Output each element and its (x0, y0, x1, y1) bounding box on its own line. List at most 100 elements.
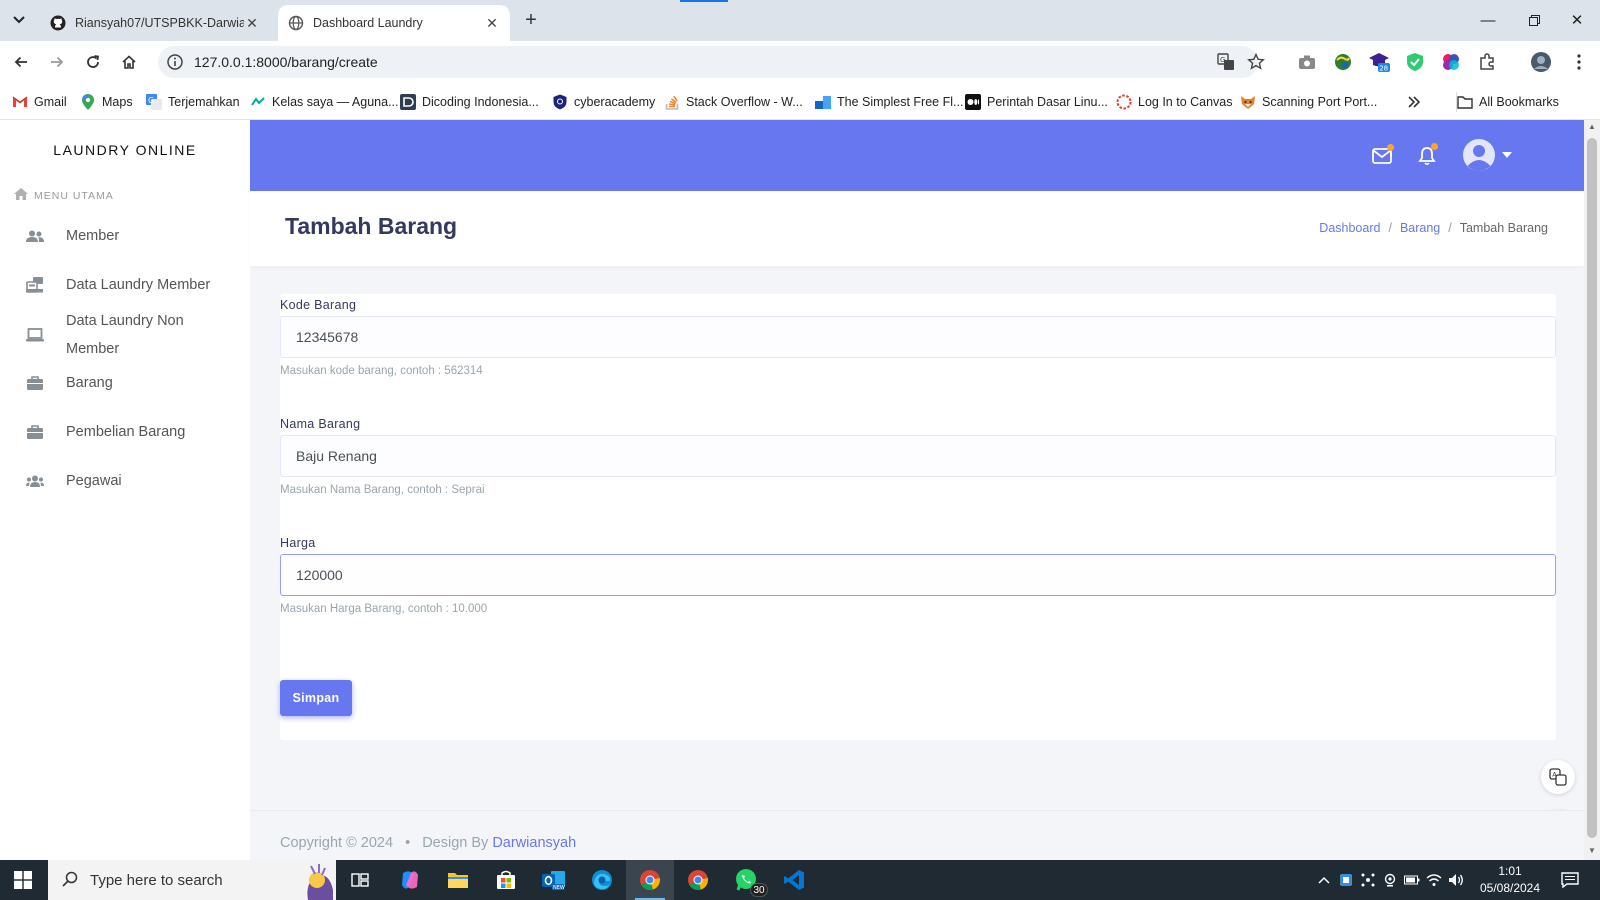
close-tab-icon[interactable]: ✕ (244, 15, 260, 31)
address-bar[interactable]: 127.0.0.1:8000/barang/create G (158, 46, 1265, 78)
browser-tab-github[interactable]: Riansyah07/UTSPBKK-Darwiansyah ✕ (40, 5, 270, 41)
all-bookmarks-folder[interactable]: All Bookmarks (1456, 92, 1559, 112)
globe-extension-icon[interactable] (1332, 51, 1354, 73)
browser-tab-dashboard[interactable]: Dashboard Laundry ✕ (278, 5, 510, 41)
taskbar-search[interactable]: Type here to search (48, 860, 336, 900)
reload-icon[interactable] (80, 49, 106, 75)
bookmark-label: Scanning Port Port... (1262, 95, 1378, 109)
volume-icon[interactable] (1448, 872, 1464, 888)
sidebar-item-label: Member (66, 228, 120, 244)
user-avatar-icon (1463, 139, 1495, 171)
show-hidden-icons-icon[interactable] (1316, 872, 1332, 888)
tray-app-icon[interactable] (1338, 872, 1354, 888)
task-view-icon[interactable] (336, 860, 384, 900)
breadcrumb-barang[interactable]: Barang (1400, 221, 1440, 235)
new-tab-button[interactable]: + (520, 9, 542, 31)
minimize-icon[interactable]: — (1465, 6, 1511, 34)
wifi-icon[interactable] (1426, 872, 1442, 888)
page-scrollbar[interactable]: ▲ ▼ (1584, 120, 1600, 860)
battery-icon[interactable] (1404, 872, 1420, 888)
simpan-button[interactable]: Simpan (280, 680, 352, 716)
sidebar-item-pembelian-barang[interactable]: Pembelian Barang (25, 418, 185, 446)
file-explorer-icon[interactable] (434, 860, 482, 900)
sidebar-item-label: Pegawai (66, 473, 122, 489)
bookmark-stackoverflow[interactable]: Stack Overflow - W... (664, 92, 803, 112)
sidebar-item-data-laundry-non-member[interactable]: Data Laundry Non Member (25, 307, 216, 363)
bookmark-dicoding[interactable]: Dicoding Indonesia... (400, 92, 539, 112)
whatsapp-icon[interactable]: 30 (722, 860, 770, 900)
tambah-barang-form: Kode Barang Masukan kode barang, contoh … (280, 294, 1556, 740)
author-link[interactable]: Darwiansyah (492, 835, 576, 851)
sidebar-item-member[interactable]: Member (25, 222, 119, 250)
extensions-puzzle-icon[interactable] (1476, 51, 1498, 73)
scroll-down-icon[interactable]: ▼ (1588, 846, 1596, 855)
bookmark-flowchart[interactable]: The Simplest Free Fl... (815, 92, 963, 112)
bookmark-linux[interactable]: Perintah Dasar Linu... (965, 92, 1108, 112)
envelope-icon[interactable] (1368, 142, 1396, 170)
scroll-up-icon[interactable]: ▲ (1588, 122, 1596, 131)
site-info-icon[interactable] (166, 53, 184, 71)
menu-header-label: MENU UTAMA (34, 189, 114, 202)
chrome-taskbar-icon[interactable] (626, 860, 674, 900)
bookmark-label: Dicoding Indonesia... (422, 95, 539, 109)
translate-page-icon[interactable]: G (1216, 52, 1236, 72)
home-icon[interactable] (116, 49, 142, 75)
bookmark-maps[interactable]: Maps (80, 92, 133, 112)
restore-icon[interactable] (1511, 6, 1557, 34)
camera-extension-icon[interactable] (1296, 51, 1318, 73)
chrome-profile-icon[interactable] (674, 860, 722, 900)
sidebar-item-data-laundry-member[interactable]: Data Laundry Member (25, 271, 210, 299)
window-close-icon[interactable]: ✕ (1554, 6, 1600, 34)
bookmark-canvas[interactable]: Log In to Canvas (1116, 92, 1233, 112)
webcam-icon[interactable] (1382, 872, 1398, 888)
breadcrumb-dashboard[interactable]: Dashboard (1319, 221, 1380, 235)
shield-extension-icon[interactable] (1404, 51, 1426, 73)
vscode-icon[interactable] (770, 860, 818, 900)
forward-icon[interactable] (44, 49, 70, 75)
sidebar-item-pegawai[interactable]: Pegawai (25, 467, 122, 495)
copyright-text: Copyright © 2024 (280, 835, 394, 851)
browser-menu-icon[interactable] (1568, 51, 1590, 73)
bookmark-scanning[interactable]: Scanning Port Port... (1240, 92, 1377, 112)
page-footer: Copyright © 2024 • Design By Darwiansyah (250, 810, 1584, 860)
bookmark-gmail[interactable]: Gmail (12, 92, 67, 112)
bookmark-terjemahkan[interactable]: G Terjemahkan (146, 92, 240, 112)
windows-start-icon[interactable] (0, 860, 46, 900)
edge-icon[interactable] (578, 860, 626, 900)
breadcrumb-separator: / (1448, 221, 1452, 235)
taskbar-clock[interactable]: 1:01 05/08/2024 (1475, 863, 1545, 897)
network-share-icon[interactable] (1360, 872, 1376, 888)
whatsapp-badge: 30 (750, 883, 768, 897)
scroll-thumb[interactable] (1587, 138, 1597, 838)
page-title: Tambah Barang (285, 213, 458, 239)
sidebar-item-barang[interactable]: Barang (25, 369, 113, 397)
bookmark-star-icon[interactable] (1246, 52, 1266, 72)
notifications-icon[interactable] (1560, 871, 1580, 889)
copilot-icon[interactable] (386, 860, 434, 900)
harga-input[interactable] (280, 554, 1556, 596)
outlook-icon[interactable]: NEW (530, 860, 578, 900)
message-notification-dot (1387, 144, 1394, 151)
sidebar-item-label: Data Laundry Non Member (66, 313, 184, 357)
kode-barang-input[interactable] (280, 316, 1556, 358)
sidebar-item-label: Barang (66, 375, 113, 391)
bookmark-kelas[interactable]: Kelas saya — Aguna... (250, 92, 398, 112)
tab-title: Dashboard Laundry (313, 16, 423, 30)
briefcase-icon (25, 424, 45, 440)
translate-float-icon[interactable]: A (1541, 760, 1575, 794)
close-tab-icon[interactable]: ✕ (484, 15, 500, 31)
more-bookmarks-icon[interactable] (1408, 92, 1420, 112)
profile-avatar-icon[interactable] (1530, 51, 1552, 73)
brand-title[interactable]: LAUNDRY ONLINE (0, 142, 250, 158)
nama-barang-input[interactable] (280, 435, 1556, 477)
graduation-extension-icon[interactable]: 28 (1368, 51, 1390, 73)
nama-barang-help: Masukan Nama Barang, contoh : Seprai (280, 484, 485, 496)
tab-search-button[interactable] (6, 8, 32, 32)
brain-extension-icon[interactable] (1440, 51, 1462, 73)
microsoft-store-icon[interactable] (482, 860, 530, 900)
user-menu-dropdown[interactable] (1462, 137, 1512, 173)
bookmark-cyberacademy[interactable]: cyberacademy (552, 92, 655, 112)
kode-barang-help: Masukan kode barang, contoh : 562314 (280, 365, 483, 377)
bell-icon[interactable] (1413, 142, 1441, 170)
back-icon[interactable] (8, 49, 34, 75)
